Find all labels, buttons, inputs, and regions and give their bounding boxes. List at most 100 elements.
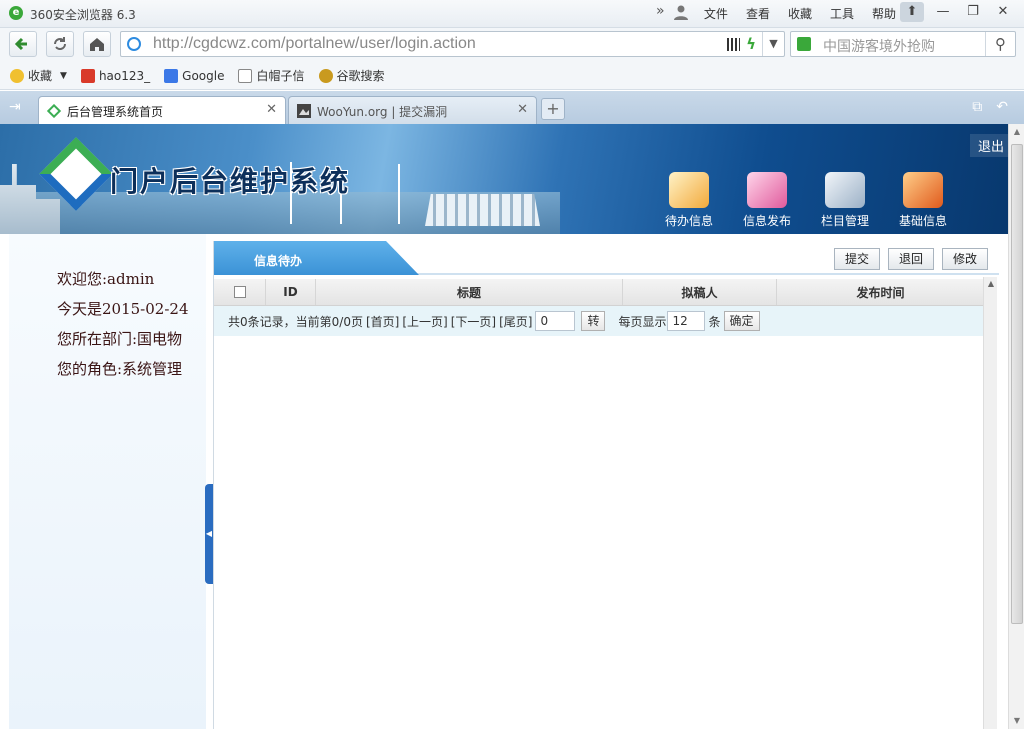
- browser-title-bar: e 360安全浏览器 6.3 » 文件 查看 收藏 工具 帮助 ⬆ — ❐ ✕: [0, 0, 1024, 28]
- monitor-icon: [747, 172, 787, 208]
- column-author[interactable]: 拟稿人: [623, 279, 777, 305]
- address-url[interactable]: http://cgdcwz.com/portalnew/user/login.a…: [153, 35, 476, 53]
- restore-button[interactable]: ❐: [958, 2, 988, 22]
- column-id[interactable]: ID: [266, 279, 316, 305]
- last-page-link[interactable]: [尾页]: [499, 313, 532, 330]
- refresh-icon: [54, 37, 66, 50]
- page-icon: [238, 68, 253, 83]
- menu-view[interactable]: 查看: [746, 5, 770, 22]
- globe-icon: [127, 37, 141, 51]
- tab-pending-info[interactable]: 信息待办: [214, 241, 419, 275]
- tab-tools: ⧉ ↶: [972, 99, 1008, 115]
- home-button[interactable]: [83, 31, 111, 57]
- scroll-down-icon[interactable]: ▼: [1009, 713, 1024, 729]
- role-text: 您的角色:系统管理: [57, 360, 183, 378]
- qr-code-icon[interactable]: [727, 38, 740, 51]
- per-page-unit: 条: [708, 314, 721, 329]
- bookmark-google[interactable]: Google: [164, 68, 224, 83]
- chevron-down-icon[interactable]: ▼: [60, 71, 67, 81]
- home-icon: [90, 38, 104, 51]
- nav-basic-info[interactable]: 基础信息: [884, 172, 962, 229]
- bookmark-google-search[interactable]: 谷歌搜索: [318, 67, 385, 84]
- hao123-icon: [80, 68, 95, 83]
- menu-tools[interactable]: 工具: [830, 5, 854, 22]
- user-info-panel: 欢迎您:admin 今天是2015-02-24 您所在部门:国电物 您的角色:系…: [9, 234, 206, 729]
- skin-shirt-icon[interactable]: ⬆: [900, 2, 924, 22]
- panel-collapse-handle[interactable]: ◀: [205, 484, 213, 584]
- nav-publish-info[interactable]: 信息发布: [728, 172, 806, 229]
- edit-button[interactable]: 修改: [942, 248, 988, 270]
- pencil-notepad-icon: [669, 172, 709, 208]
- confirm-button[interactable]: 确定: [723, 311, 760, 331]
- browser-menu: 文件 查看 收藏 工具 帮助: [686, 5, 896, 22]
- goto-page-button[interactable]: 转: [581, 311, 606, 331]
- page-content: 门户后台维护系统 退出 待办信息 信息发布 栏目管理 基础信息 欢迎您:admi…: [0, 124, 1024, 729]
- nav-pending-info[interactable]: 待办信息: [650, 172, 728, 229]
- department-text: 您所在部门:国电物: [57, 330, 183, 348]
- lightning-icon[interactable]: ϟ: [746, 35, 756, 53]
- scroll-up-icon[interactable]: ▲: [1009, 124, 1024, 140]
- site-logo-icon: [47, 104, 61, 118]
- navigation-bar: http://cgdcwz.com/portalnew/user/login.a…: [0, 28, 1024, 62]
- new-tab-button[interactable]: +: [541, 98, 565, 120]
- star-icon: [10, 68, 24, 83]
- wind-turbine-image: [398, 164, 400, 224]
- prev-page-link[interactable]: [上一页]: [402, 313, 447, 330]
- user-info: 欢迎您:admin 今天是2015-02-24 您所在部门:国电物 您的角色:系…: [57, 264, 189, 384]
- chevron-down-icon[interactable]: ▼: [762, 32, 784, 56]
- toolbox-icon: [903, 172, 943, 208]
- address-bar[interactable]: http://cgdcwz.com/portalnew/user/login.a…: [120, 31, 785, 57]
- search-icon[interactable]: ⚲: [985, 32, 1015, 56]
- column-publish-time[interactable]: 发布时间: [777, 279, 984, 305]
- browser-title: 360安全浏览器 6.3: [30, 8, 136, 22]
- search-input[interactable]: 中国游客境外抢购: [823, 36, 935, 56]
- next-page-link[interactable]: [下一页]: [451, 313, 496, 330]
- grid-scrollbar[interactable]: ▲: [983, 277, 997, 729]
- first-page-link[interactable]: [首页]: [366, 313, 399, 330]
- sidebar-toggle-icon[interactable]: ⇥: [9, 99, 21, 115]
- scrollbar-thumb[interactable]: [1011, 144, 1023, 624]
- bookmark-hao123[interactable]: hao123_: [80, 68, 150, 83]
- tab-strip: ⇥ 后台管理系统首页 ✕ WooYun.org | 提交漏洞 ✕ + ⧉ ↶: [0, 91, 1024, 124]
- restore-tabs-icon[interactable]: ⧉: [972, 99, 982, 115]
- close-window-button[interactable]: ✕: [988, 2, 1018, 22]
- content-tab-header: 信息待办 提交 退回 修改: [214, 241, 999, 275]
- undo-close-icon[interactable]: ↶: [996, 99, 1008, 115]
- back-button[interactable]: [9, 31, 37, 57]
- per-page-label: 每页显示: [618, 314, 667, 329]
- close-tab-icon[interactable]: ✕: [266, 102, 277, 117]
- bookmark-whitehat[interactable]: 白帽子信: [238, 67, 305, 84]
- select-all-checkbox[interactable]: [233, 286, 246, 298]
- select-all-cell: [214, 279, 266, 305]
- welcome-text: 欢迎您:admin: [57, 270, 155, 288]
- tab-wooyun[interactable]: WooYun.org | 提交漏洞 ✕: [288, 96, 537, 124]
- close-tab-icon[interactable]: ✕: [517, 102, 528, 117]
- column-title[interactable]: 标题: [316, 279, 623, 305]
- submit-button[interactable]: 提交: [834, 248, 880, 270]
- nav-column-management[interactable]: 栏目管理: [806, 172, 884, 229]
- scroll-up-icon[interactable]: ▲: [984, 277, 998, 291]
- per-page-input[interactable]: 12: [667, 311, 706, 331]
- pending-info-grid: ID 标题 拟稿人 发布时间 共0条记录，当前第0/0页 [首页] [上一页] …: [214, 279, 984, 336]
- return-button[interactable]: 退回: [888, 248, 934, 270]
- pagination-bar: 共0条记录，当前第0/0页 [首页] [上一页] [下一页] [尾页] 0 转 …: [214, 306, 984, 336]
- google-search-icon: [318, 68, 333, 83]
- bookmark-favorites[interactable]: 收藏 ▼: [10, 67, 67, 84]
- page-scrollbar[interactable]: ▲ ▼: [1008, 124, 1024, 729]
- menu-favorites[interactable]: 收藏: [788, 5, 812, 22]
- chevron-double-right-icon[interactable]: »: [656, 3, 665, 19]
- minimize-button[interactable]: —: [928, 2, 958, 22]
- search-box[interactable]: 中国游客境外抢购 ⚲: [790, 31, 1016, 57]
- page-number-input[interactable]: 0: [535, 311, 576, 331]
- tab-admin-home[interactable]: 后台管理系统首页 ✕: [38, 96, 286, 124]
- search-engine-icon[interactable]: [797, 37, 811, 51]
- menu-file[interactable]: 文件: [704, 5, 728, 22]
- refresh-button[interactable]: [46, 31, 74, 57]
- logout-button[interactable]: 退出: [969, 134, 1008, 157]
- document-gear-icon: [825, 172, 865, 208]
- record-summary: 共0条记录，当前第0/0页: [228, 314, 363, 329]
- top-nav: 待办信息 信息发布 栏目管理 基础信息: [650, 172, 962, 229]
- main-panel: 信息待办 提交 退回 修改 ID 标题 拟稿人 发布时间 共0条记录，当前第0/…: [213, 241, 999, 729]
- arrow-left-icon: [14, 37, 27, 51]
- menu-help[interactable]: 帮助: [872, 5, 896, 22]
